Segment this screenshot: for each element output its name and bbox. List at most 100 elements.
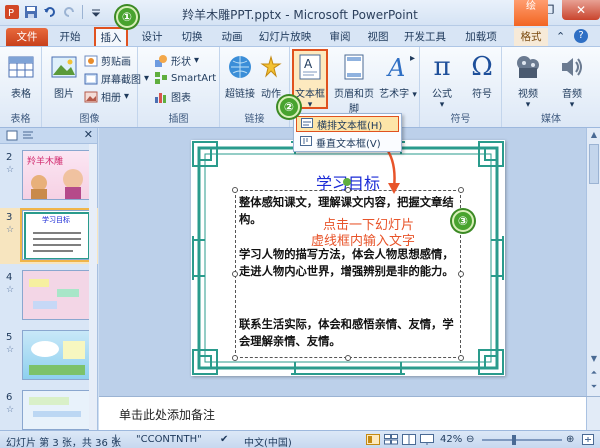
slide-sorter-icon[interactable] [384,434,398,448]
star-icon: ☆ [6,405,15,415]
chevron-down-icon: ▾ [525,100,531,110]
equation-button[interactable]: π 公式 ▾ [422,51,462,110]
chevron-down-icon: ▾ [194,55,200,66]
slide-thumbnail[interactable]: 5 ☆ [0,328,98,384]
slide-thumbnail[interactable]: 2 ☆ 羚羊木雕 [0,148,98,204]
smartart-button[interactable]: SmartArt [154,71,216,85]
hyperlink-label: 超链接 [225,89,255,100]
video-button[interactable]: 视频 ▾ [508,51,548,110]
symbol-label: 符号 [472,89,492,100]
chevron-down-icon: ▾ [124,91,130,102]
current-slide[interactable]: 学习目标 整体感知课文，理解课文内容，把握文章结构。 学习人物的描写方法，体会人… [191,140,505,376]
star-icon: ☆ [6,225,15,235]
notes-pane[interactable]: 单击此处添加备注 [99,396,600,431]
tab-format[interactable]: 格式 [514,28,548,46]
resize-handle[interactable] [232,271,238,277]
zoom-out-icon[interactable]: ⊖ [466,434,474,445]
speaker-icon [556,51,588,83]
picture-button[interactable]: 图片 [44,51,84,100]
fit-to-window-icon[interactable] [582,434,594,448]
scroll-thumb[interactable] [589,144,599,184]
slides-tab-icon[interactable] [6,130,18,144]
status-separator: | [114,434,118,445]
zoom-slider[interactable] [482,439,562,441]
audio-button[interactable]: 音频 ▾ [552,51,592,110]
reading-view-icon[interactable] [402,434,416,448]
ribbon-tabs: 文件 开始 插入 设计 切换 动画 幻灯片放映 审阅 视图 开发工具 加载项 格… [0,26,600,46]
horizontal-textbox-icon [301,117,313,131]
tab-slideshow[interactable]: 幻灯片放映 [256,28,314,46]
normal-view-icon[interactable] [366,434,380,448]
tab-home[interactable]: 开始 [54,28,86,46]
resize-handle[interactable] [232,187,238,193]
outline-tab-icon[interactable] [22,130,34,144]
next-slide-icon[interactable]: ⏷ [589,382,599,392]
text-more-icon[interactable]: ▸ [410,53,415,64]
symbol-button[interactable]: Ω 符号 [462,51,502,100]
objective-paragraph[interactable]: 学习人物的描写方法，体会人物思想感情，走进人物内心世界，增强辨别是非的能力。 [239,246,457,280]
help-icon[interactable]: ? [574,29,588,43]
slide-thumbnail[interactable]: 3 ☆ 学习目标 [0,208,98,264]
tab-insert[interactable]: 插入 [94,27,128,46]
tab-design[interactable]: 设计 [136,28,168,46]
slide-count-status: 幻灯片 第 3 张，共 36 张 [6,438,121,448]
action-button[interactable]: 动作 [254,51,288,100]
table-button[interactable]: 表格 [1,51,41,100]
textbox-icon: A [294,51,326,83]
slide-preview: 学习目标 [20,208,92,262]
theme-name-status[interactable]: "CCONTNTH" [136,434,202,445]
chart-button[interactable]: 图表 [154,89,191,104]
zoom-in-icon[interactable]: ⊕ [566,434,574,445]
tab-file[interactable]: 文件 [6,28,48,46]
panel-scrollbar[interactable] [89,144,97,430]
slide-number: 5 [6,332,13,343]
clipart-icon [84,54,98,68]
resize-handle[interactable] [345,187,351,193]
album-button[interactable]: 相册 ▾ [84,89,129,104]
omega-icon: Ω [471,52,493,82]
tab-developer[interactable]: 开发工具 [400,28,450,46]
status-bar: 幻灯片 第 3 张，共 36 张 | "CCONTNTH" ✔ 中文(中国) 4… [0,430,600,448]
slide-thumbnail[interactable]: 4 ☆ [0,268,98,324]
objective-paragraph[interactable]: 联系生活实际，体会和感悟亲情、友情，学会理解亲情、友情。 [239,316,457,350]
header-footer-icon [338,51,370,83]
rotate-handle[interactable] [343,178,351,186]
menu-item-horizontal-textbox[interactable]: 横排文本框(H) [296,116,399,132]
slide-preview [22,390,90,430]
slide-preview [22,270,90,320]
resize-handle[interactable] [345,355,351,361]
menu-item-vertical-textbox[interactable]: 垂直文本框(V) [296,134,399,150]
resize-handle[interactable] [458,187,464,193]
slide-editing-area: 学习目标 整体感知课文，理解课文内容，把握文章结构。 学习人物的描写方法，体会人… [99,128,600,396]
zoom-slider-thumb[interactable] [512,435,516,445]
clipart-button[interactable]: 剪贴画 [84,53,131,68]
picture-label: 图片 [54,89,74,100]
tab-addins[interactable]: 加载项 [460,28,502,46]
slideshow-icon[interactable] [420,434,434,448]
resize-handle[interactable] [458,355,464,361]
tab-review[interactable]: 审阅 [324,28,356,46]
tab-animations[interactable]: 动画 [216,28,248,46]
panel-close-icon[interactable]: ✕ [84,128,93,141]
resize-handle[interactable] [232,355,238,361]
video-label: 视频 [518,89,538,100]
scroll-down-icon[interactable]: ▼ [589,354,599,364]
close-button[interactable]: ✕ [562,0,600,20]
spellcheck-icon[interactable]: ✔ [220,434,228,445]
slide-preview [22,330,90,380]
prev-slide-icon[interactable]: ⏶ [589,368,599,378]
zoom-level[interactable]: 42% [440,434,462,445]
notes-scrollbar[interactable] [586,397,600,431]
resize-handle[interactable] [458,271,464,277]
pi-icon: π [433,52,451,82]
vertical-scrollbar[interactable]: ▲ ▼ ⏶ ⏷ [586,128,600,396]
scroll-up-icon[interactable]: ▲ [589,130,599,140]
tab-transitions[interactable]: 切换 [176,28,208,46]
language-status[interactable]: 中文(中国) [244,434,292,448]
group-images-label: 图像 [79,114,100,125]
shapes-button[interactable]: 形状 ▾ [154,53,199,68]
ribbon-collapse-icon[interactable]: ⌃ [556,30,565,43]
tab-view[interactable]: 视图 [362,28,394,46]
header-footer-button[interactable]: 页眉和页脚 [330,51,378,115]
title-bar: P 羚羊木雕PPT.pptx - Microsoft PowerPoint — … [0,0,600,26]
